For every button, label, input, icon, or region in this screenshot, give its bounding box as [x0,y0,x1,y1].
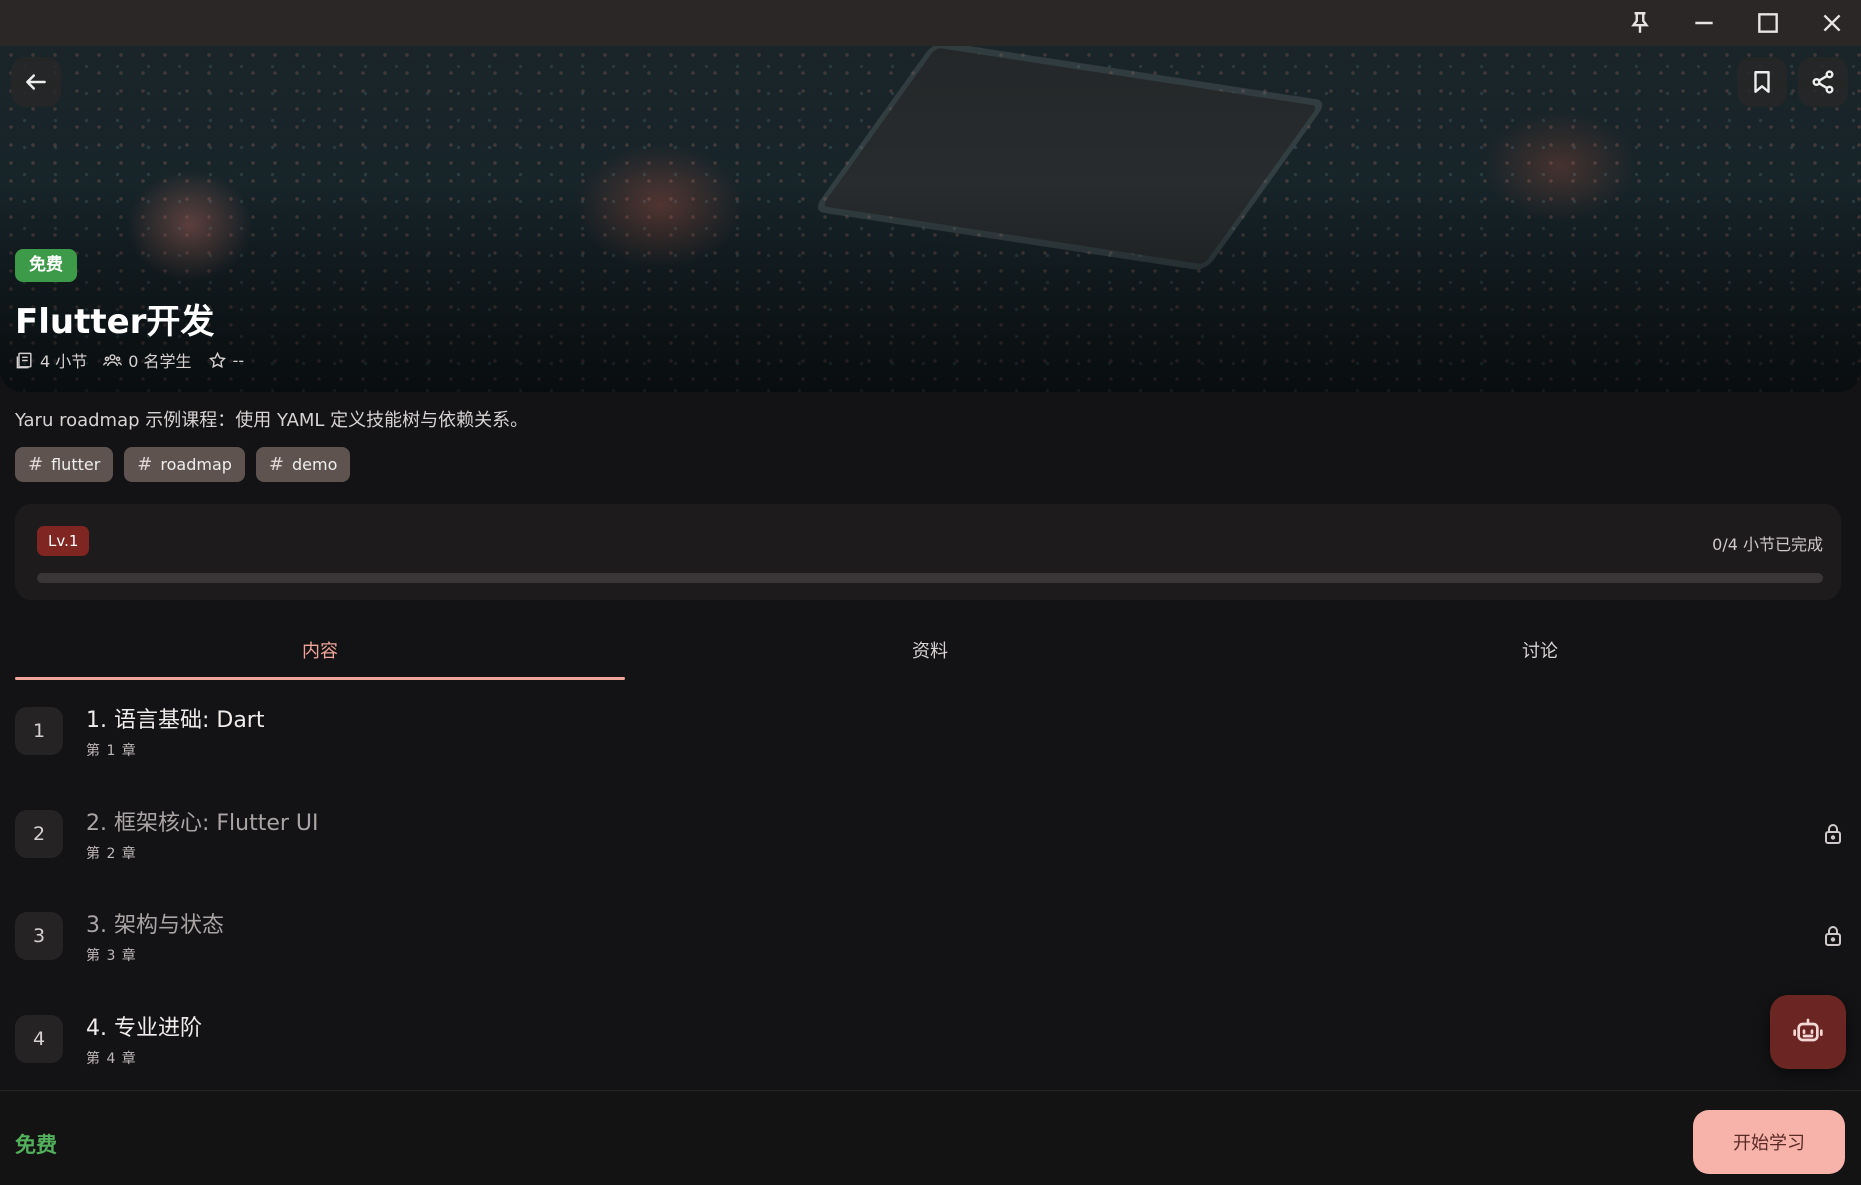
progress-bar [37,573,1823,583]
book-icon [16,352,32,368]
lesson-item[interactable]: 4 4. 专业进阶 第 4 章 [15,988,1845,1091]
close-button[interactable] [1800,0,1861,46]
student-count: 0 名学生 [128,352,192,371]
course-description: Yaru roadmap 示例课程：使用 YAML 定义技能树与依赖关系。 [15,410,529,431]
lesson-title: 1. 语言基础: Dart [86,708,265,734]
tag-chip[interactable]: # flutter [15,447,114,482]
bookmark-icon [1754,71,1770,93]
rating-value: -- [232,350,245,370]
share-button[interactable] [1798,57,1848,107]
hero-overlay [0,46,1861,392]
maximize-button[interactable] [1736,0,1800,46]
hash-icon: # [28,454,44,475]
tab-discussion[interactable]: 讨论 [1235,620,1845,680]
lock-icon [1821,924,1845,948]
course-stats: 4 小节 0 名学生 -- [15,348,244,372]
bottom-action-bar: 免费 开始学习 [0,1090,1861,1185]
course-hero-banner [0,46,1861,392]
lesson-list: 1 1. 语言基础: Dart 第 1 章 2 2. 框架核心: Flutter… [15,680,1845,1090]
lesson-text: 3. 架构与状态 第 3 章 [86,907,224,965]
lesson-count: 4 小节 [40,352,88,371]
content-tabs: 内容 资料 讨论 [15,620,1845,680]
lesson-chapter: 第 1 章 [86,743,137,760]
tag-label: roadmap [160,455,232,474]
lesson-chapter: 第 2 章 [86,845,137,862]
lesson-title: 3. 架构与状态 [86,913,224,939]
star-icon [208,351,226,368]
lesson-number: 3 [15,912,63,961]
lesson-number: 1 [15,707,63,756]
lesson-text: 4. 专业进阶 第 4 章 [86,1010,202,1068]
tag-label: demo [292,455,338,474]
student-count-stat: 0 名学生 [103,348,192,372]
lesson-title: 4. 专业进阶 [86,1015,202,1041]
pin-button[interactable] [1608,0,1672,46]
lesson-count-stat: 4 小节 [15,348,87,372]
lesson-number: 2 [15,809,63,858]
tab-content[interactable]: 内容 [15,620,625,680]
ai-assistant-button[interactable] [1770,995,1846,1069]
back-button[interactable] [11,57,61,107]
lesson-text: 1. 语言基础: Dart 第 1 章 [86,702,264,760]
minimize-icon [1695,21,1713,25]
progress-text: 0/4 小节已完成 [1712,535,1823,554]
minimize-button[interactable] [1672,0,1736,46]
lesson-title: 2. 框架核心: Flutter UI [86,810,319,836]
course-title: Flutter开发 [15,302,215,342]
tag-label: flutter [51,455,101,474]
lesson-chapter: 第 3 章 [86,948,137,965]
lesson-number: 4 [15,1014,63,1063]
hash-icon: # [268,454,284,475]
lesson-item[interactable]: 2 2. 框架核心: Flutter UI 第 2 章 [15,783,1845,886]
people-icon [103,353,123,366]
lesson-item[interactable]: 3 3. 架构与状态 第 3 章 [15,885,1845,988]
start-learning-button[interactable]: 开始学习 [1693,1110,1845,1174]
robot-icon [1793,1018,1823,1042]
lesson-item[interactable]: 1 1. 语言基础: Dart 第 1 章 [15,680,1845,783]
close-icon [1823,14,1841,32]
window-titlebar [0,0,1861,46]
course-price: 免费 [15,1133,57,1157]
tag-chip[interactable]: # demo [255,447,351,482]
pin-icon [1631,12,1649,33]
share-icon [1812,70,1834,94]
lock-icon [1821,822,1845,846]
rating-stat: -- [208,350,245,370]
bookmark-button[interactable] [1737,57,1787,107]
tab-materials[interactable]: 资料 [625,620,1235,680]
free-badge: 免费 [15,249,77,282]
hash-icon: # [137,454,153,475]
arrow-left-icon [26,74,46,90]
lesson-chapter: 第 4 章 [86,1050,137,1067]
tag-list: # flutter # roadmap # demo [15,447,351,482]
progress-card: Lv.1 0/4 小节已完成 [15,504,1841,600]
tag-chip[interactable]: # roadmap [124,447,245,482]
lesson-text: 2. 框架核心: Flutter UI 第 2 章 [86,805,319,863]
level-badge: Lv.1 [37,526,90,556]
maximize-icon [1758,13,1778,33]
